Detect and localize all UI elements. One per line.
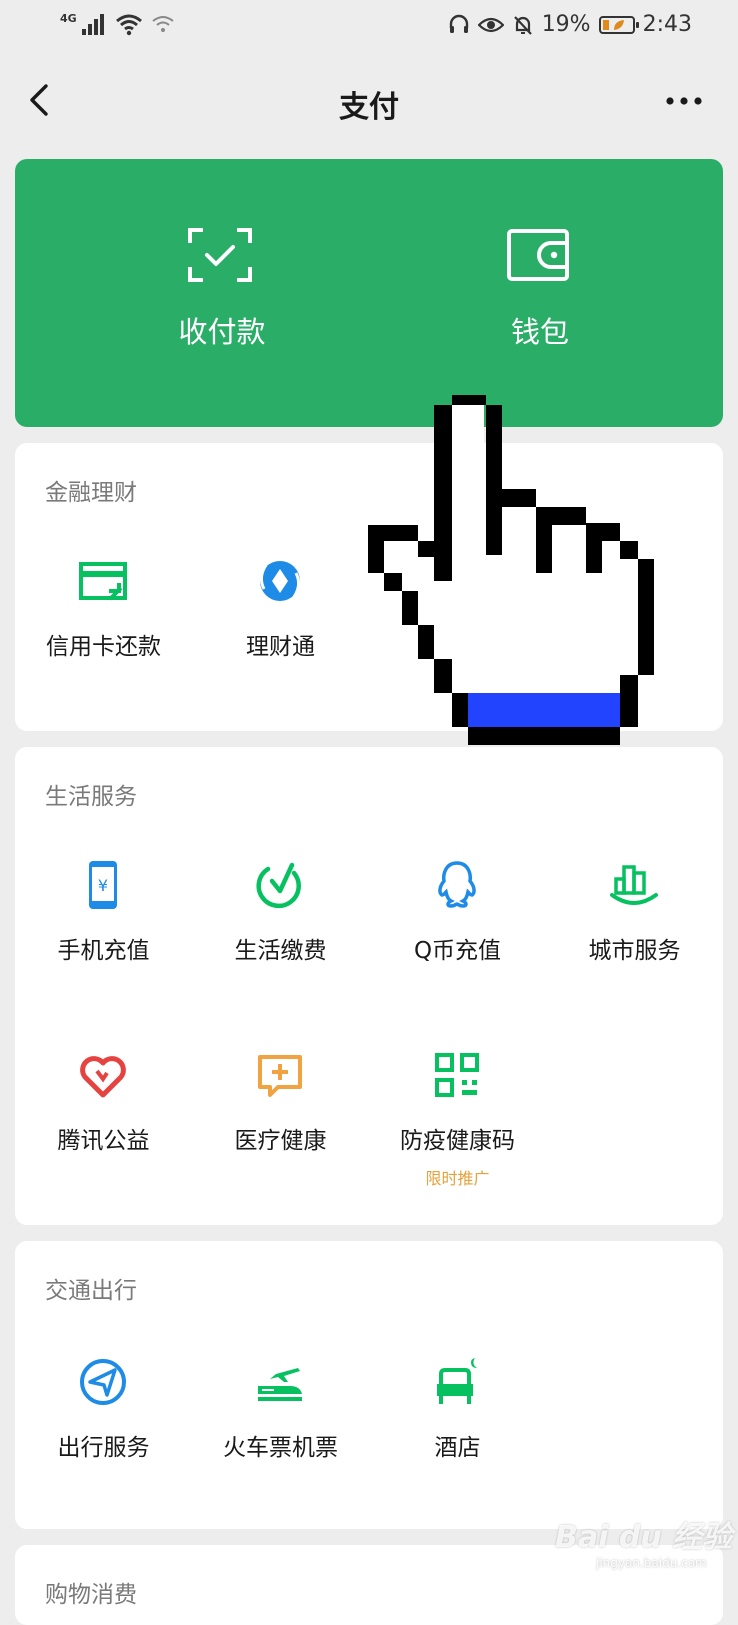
finance-title: 金融理财 [45, 480, 137, 506]
pointer-hand-icon [368, 395, 654, 745]
credit-card-repay-label: 信用卡还款 [46, 634, 161, 660]
transport-title: 交通出行 [45, 1278, 137, 1304]
receive-pay-label: 收付款 [178, 315, 266, 349]
phone-recharge-icon: ¥ [89, 861, 117, 909]
wallet-button[interactable]: 钱包 [363, 159, 717, 427]
health-code-label: 防疫健康码 [400, 1128, 515, 1154]
qq-coin-tile[interactable]: Q币充值 [369, 859, 546, 969]
signal-icon [81, 14, 104, 35]
credit-card-icon [79, 562, 127, 601]
travel-icon [80, 1359, 126, 1405]
svg-text:¥: ¥ [98, 876, 108, 895]
medical-icon [258, 1055, 302, 1097]
eye-icon [477, 17, 504, 32]
phone-recharge-tile[interactable]: ¥ 手机充值 [15, 859, 192, 969]
wealth-label: 理财通 [246, 634, 315, 660]
battery-icon [598, 15, 639, 34]
battery-percent: 19% [541, 12, 591, 37]
baidu-watermark: Bai du 经验 [555, 1520, 733, 1555]
page-title: 支付 [339, 90, 399, 125]
charity-heart-icon [80, 1056, 126, 1098]
hotel-tile[interactable]: 酒店 [369, 1356, 546, 1466]
medical-label: 医疗健康 [234, 1128, 327, 1154]
mute-bell-icon [513, 15, 532, 35]
travel-service-tile[interactable]: 出行服务 [15, 1356, 192, 1466]
hotel-icon [437, 1358, 477, 1404]
clock: 2:43 [642, 12, 692, 37]
utility-bill-icon [256, 862, 301, 909]
utility-bill-tile[interactable]: 生活缴费 [192, 859, 369, 969]
charity-label: 腾讯公益 [57, 1128, 150, 1154]
wifi-weak-icon [152, 16, 174, 32]
health-code-tile[interactable]: 防疫健康码 限时推广 [369, 1049, 546, 1189]
phone-recharge-label: 手机充值 [57, 938, 150, 964]
status-left: 4G [60, 12, 175, 36]
travel-service-label: 出行服务 [57, 1435, 150, 1461]
train-plane-icon [258, 1368, 302, 1401]
charity-tile[interactable]: 腾讯公益 [15, 1049, 192, 1159]
city-service-label: 城市服务 [588, 938, 681, 964]
status-right: 19% 2:43 [448, 12, 692, 37]
wallet-icon [507, 229, 569, 281]
more-options-icon[interactable] [664, 86, 704, 116]
qq-coin-icon [438, 861, 476, 908]
life-services-title: 生活服务 [45, 784, 137, 810]
transport-section: 交通出行 出行服务 火车票机票 酒店 [15, 1241, 723, 1529]
network-type: 4G [60, 11, 77, 25]
promo-badge: 限时推广 [425, 1169, 490, 1188]
city-service-tile[interactable]: 城市服务 [546, 859, 723, 969]
wallet-label: 钱包 [510, 315, 569, 349]
train-plane-tile[interactable]: 火车票机票 [192, 1356, 369, 1466]
payment-header-card: 收付款 钱包 [15, 159, 723, 427]
scan-pay-icon [188, 228, 252, 282]
nav-bar: 支付 [0, 56, 738, 144]
life-services-section: 生活服务 ¥ 手机充值 生活缴费 Q币充值 城市服务 腾讯公益 医疗健康 防疫健… [15, 747, 723, 1225]
shopping-title: 购物消费 [45, 1582, 137, 1608]
city-service-icon [610, 865, 658, 905]
status-bar: 4G 19% 2:43 [0, 0, 738, 56]
receive-pay-button[interactable]: 收付款 [45, 159, 399, 427]
wealth-tile[interactable]: 理财通 [192, 555, 369, 665]
watermark-url: jingyan.baidu.com [596, 1556, 707, 1570]
wifi-icon [115, 14, 142, 36]
medical-tile[interactable]: 医疗健康 [192, 1049, 369, 1159]
credit-card-repay-tile[interactable]: 信用卡还款 [15, 555, 192, 665]
train-plane-label: 火车票机票 [223, 1435, 338, 1461]
qr-code-icon [435, 1053, 479, 1097]
wealth-icon [259, 561, 301, 601]
hotel-label: 酒店 [434, 1435, 481, 1461]
headset-icon [449, 14, 468, 33]
qq-coin-label: Q币充值 [413, 938, 502, 964]
utility-bill-label: 生活缴费 [234, 938, 327, 964]
